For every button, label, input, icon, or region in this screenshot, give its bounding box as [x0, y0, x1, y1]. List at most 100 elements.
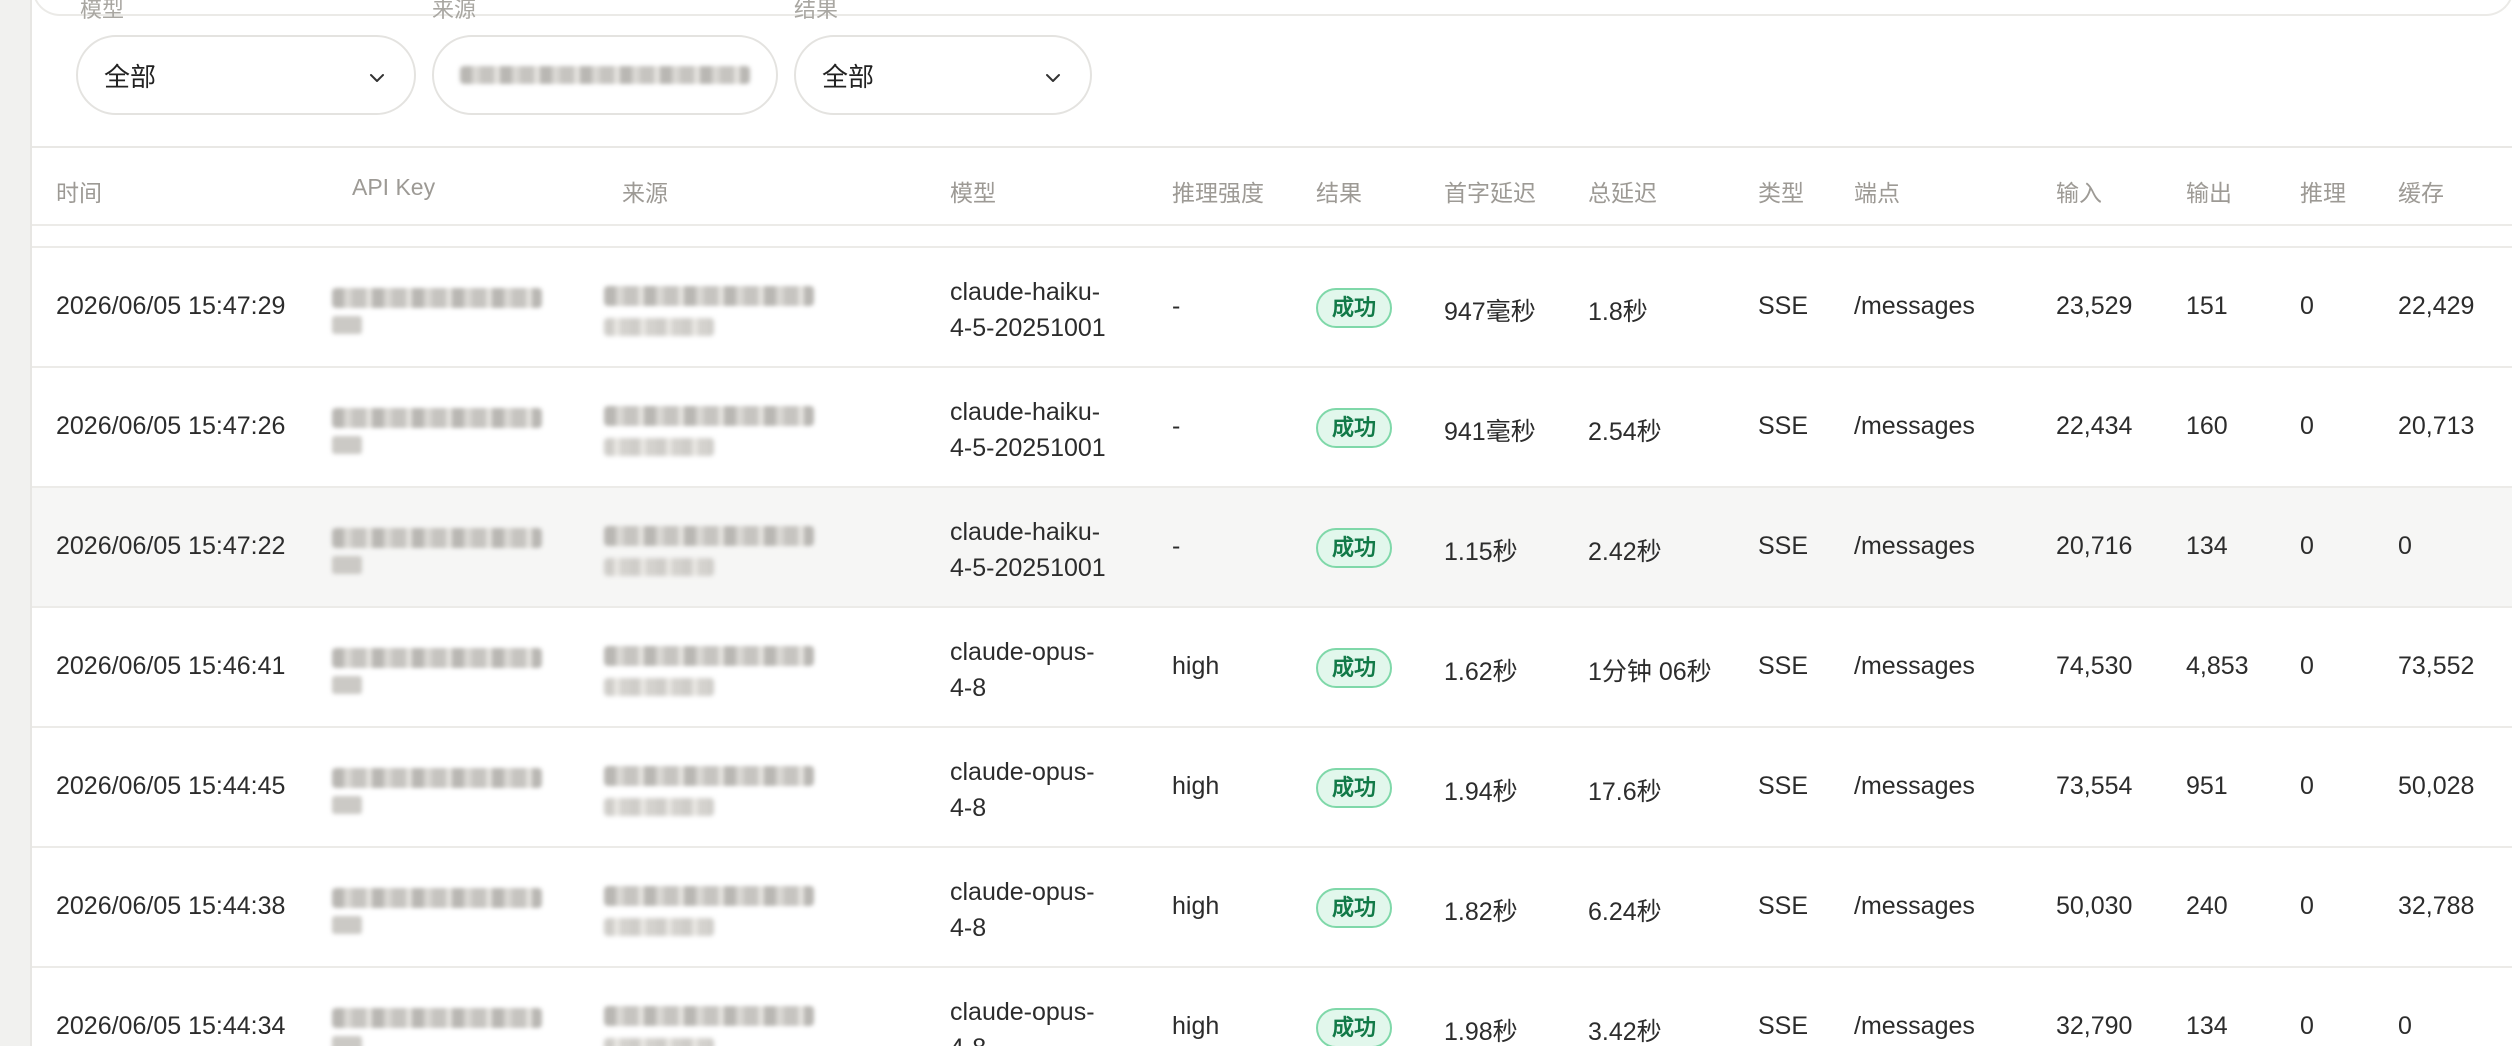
cell-model: claude-opus-4-8 — [950, 878, 1095, 942]
cell-total-latency: 1分钟 06秒 — [1588, 658, 1712, 686]
cell-effort: high — [1172, 1012, 1220, 1040]
redacted-source-value — [460, 66, 750, 84]
table-row[interactable]: 2026/06/05 15:47:29 claude-haiku- 4-5-202… — [32, 246, 2512, 366]
cell-source-redacted — [604, 276, 834, 342]
cell-model: claude-opus-4-8 — [950, 758, 1095, 822]
filter-label-model: 模型 — [80, 0, 125, 22]
cell-effort: high — [1172, 652, 1220, 680]
cell-type: SSE — [1758, 652, 1809, 680]
cell-model: claude-haiku- 4-5-20251001 — [950, 278, 1106, 342]
filter-label-source: 来源 — [432, 0, 477, 22]
table-row[interactable]: 2026/06/05 15:47:22 claude-haiku- 4-5-202… — [32, 486, 2512, 606]
cell-model: claude-opus-4-8 — [950, 638, 1095, 702]
cell-cache: 0 — [2398, 532, 2412, 560]
col-header-reasoning: 推理 — [2300, 180, 2346, 206]
usage-log-panel: 模型 来源 结果 全部 全部 时间 API Key 来源 模型 推理强度 结果 … — [30, 0, 2512, 1046]
cell-total-latency: 17.6秒 — [1588, 778, 1662, 806]
cell-cache: 32,788 — [2398, 892, 2475, 920]
col-header-source: 来源 — [622, 180, 668, 206]
cell-effort: high — [1172, 892, 1220, 920]
chevron-down-icon — [1042, 65, 1064, 87]
status-badge-success: 成功 — [1316, 1008, 1393, 1046]
cell-endpoint: /messages — [1854, 652, 1975, 680]
col-header-type: 类型 — [1758, 180, 1804, 206]
cell-input: 73,554 — [2056, 772, 2133, 800]
cell-effort: - — [1172, 532, 1181, 560]
model-filter-select[interactable]: 全部 — [76, 35, 416, 115]
cell-input: 23,529 — [2056, 292, 2133, 320]
col-header-result: 结果 — [1316, 180, 1362, 206]
col-header-model: 模型 — [950, 180, 996, 206]
col-header-first-token-latency: 首字延迟 — [1444, 180, 1536, 206]
cell-total-latency: 2.54秒 — [1588, 418, 1662, 446]
cell-output: 4,853 — [2186, 652, 2249, 680]
col-header-time: 时间 — [56, 180, 102, 206]
cell-endpoint: /messages — [1854, 772, 1975, 800]
status-badge-success: 成功 — [1316, 648, 1393, 688]
cell-api-key-redacted — [332, 998, 552, 1046]
table-row[interactable]: 2026/06/05 15:47:26 claude-haiku- 4-5-202… — [32, 366, 2512, 486]
cell-first-token-latency: 941毫秒 — [1444, 418, 1536, 446]
cell-first-token-latency: 1.82秒 — [1444, 898, 1518, 926]
cell-reasoning: 0 — [2300, 892, 2314, 920]
filter-label-result: 结果 — [794, 0, 839, 22]
filter-labels: 模型 来源 结果 — [32, 0, 2512, 22]
result-filter-select[interactable]: 全部 — [794, 35, 1092, 115]
cell-input: 20,716 — [2056, 532, 2133, 560]
table-row[interactable]: 2026/06/05 15:44:38 claude-opus- 4-8 high… — [32, 846, 2512, 966]
cell-input: 32,790 — [2056, 1012, 2133, 1040]
cell-api-key-redacted — [332, 638, 552, 700]
status-badge-success: 成功 — [1316, 528, 1393, 568]
table-row[interactable]: 2026/06/05 15:44:45 claude-opus- 4-8 high… — [32, 726, 2512, 846]
table-row[interactable]: 2026/06/05 15:46:41 claude-opus- 4-8 high… — [32, 606, 2512, 726]
cell-cache: 20,713 — [2398, 412, 2475, 440]
cell-output: 134 — [2186, 532, 2228, 560]
cell-source-redacted — [604, 876, 834, 942]
cell-reasoning: 0 — [2300, 1012, 2314, 1040]
col-header-input: 输入 — [2056, 180, 2102, 206]
cell-total-latency: 6.24秒 — [1588, 898, 1662, 926]
cell-source-redacted — [604, 996, 834, 1046]
cell-time: 2026/06/05 15:44:45 — [56, 772, 286, 800]
col-header-api-key: API Key — [352, 174, 436, 200]
cell-type: SSE — [1758, 532, 1809, 560]
cell-total-latency: 1.8秒 — [1588, 298, 1648, 326]
cell-reasoning: 0 — [2300, 652, 2314, 680]
cell-input: 50,030 — [2056, 892, 2133, 920]
cell-cache: 73,552 — [2398, 652, 2475, 680]
col-header-output: 输出 — [2186, 180, 2232, 206]
cell-endpoint: /messages — [1854, 1012, 1975, 1040]
cell-output: 151 — [2186, 292, 2228, 320]
cell-effort: high — [1172, 772, 1220, 800]
cell-input: 22,434 — [2056, 412, 2133, 440]
chevron-down-icon — [366, 65, 388, 87]
cell-first-token-latency: 1.94秒 — [1444, 778, 1518, 806]
cell-model: claude-haiku- 4-5-20251001 — [950, 518, 1106, 582]
table-header: 时间 API Key 来源 模型 推理强度 结果 首字延迟 总延迟 类型 端点 … — [32, 148, 2512, 226]
cell-cache: 0 — [2398, 1012, 2412, 1040]
cell-input: 74,530 — [2056, 652, 2133, 680]
cell-output: 160 — [2186, 412, 2228, 440]
cell-first-token-latency: 1.15秒 — [1444, 538, 1518, 566]
source-filter-select[interactable] — [432, 35, 778, 115]
cell-effort: - — [1172, 292, 1181, 320]
cell-api-key-redacted — [332, 518, 552, 580]
col-header-total-latency: 总延迟 — [1588, 180, 1657, 206]
col-header-cache: 缓存 — [2398, 180, 2444, 206]
cell-reasoning: 0 — [2300, 772, 2314, 800]
cell-first-token-latency: 1.98秒 — [1444, 1018, 1518, 1046]
cell-source-redacted — [604, 516, 834, 582]
cell-first-token-latency: 1.62秒 — [1444, 658, 1518, 686]
cell-output: 134 — [2186, 1012, 2228, 1040]
cell-time: 2026/06/05 15:47:26 — [56, 412, 286, 440]
status-badge-success: 成功 — [1316, 408, 1393, 448]
cell-reasoning: 0 — [2300, 292, 2314, 320]
cell-time: 2026/06/05 15:44:34 — [56, 1012, 286, 1040]
table-row[interactable]: 2026/06/05 15:44:34 claude-opus-4-8 high… — [32, 966, 2512, 1046]
cell-type: SSE — [1758, 892, 1809, 920]
cell-total-latency: 3.42秒 — [1588, 1018, 1662, 1046]
cell-endpoint: /messages — [1854, 292, 1975, 320]
cell-source-redacted — [604, 396, 834, 462]
cell-model: claude-haiku- 4-5-20251001 — [950, 398, 1106, 462]
status-badge-success: 成功 — [1316, 888, 1393, 928]
